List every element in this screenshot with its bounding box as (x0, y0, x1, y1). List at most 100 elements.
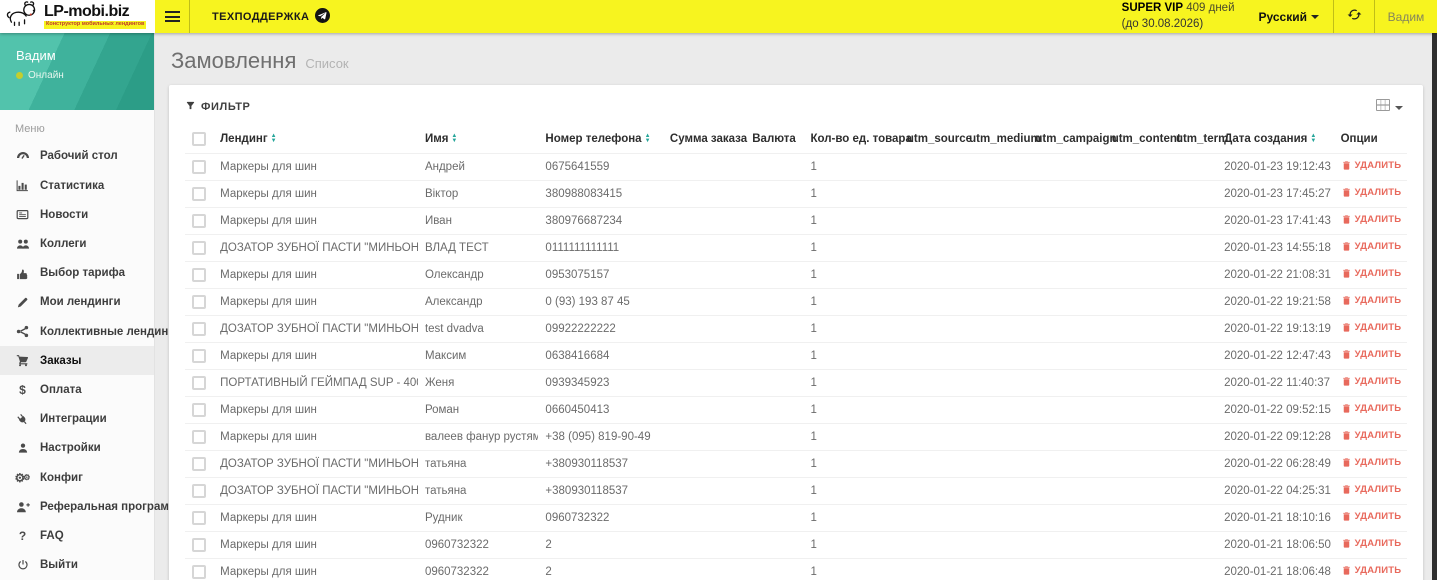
sidebar-item-tariff[interactable]: Выбор тарифа (0, 259, 154, 288)
sidebar-item-referral[interactable]: Реферальная программа (0, 492, 184, 521)
cell-landing: Маркеры для шин (213, 396, 418, 424)
row-checkbox[interactable] (192, 187, 206, 201)
topbar-username[interactable]: Вадим (1375, 0, 1437, 33)
column-header-created[interactable]: Дата создания ▲ ▼ (1217, 127, 1333, 154)
cell-name: Максим (417, 342, 539, 370)
sidebar-item-colleagues[interactable]: Коллеги (0, 229, 154, 258)
sort-icon[interactable]: ▲ ▼ (451, 133, 457, 144)
delete-label: УДАЛИТЬ (1354, 538, 1402, 549)
refresh-button[interactable] (1334, 0, 1374, 33)
row-checkbox[interactable] (192, 241, 206, 255)
cell-currency (745, 180, 804, 208)
cell-utm-term (1168, 531, 1218, 559)
sidebar-item-news[interactable]: Новости (0, 200, 154, 229)
cell-utm-content (1104, 531, 1169, 559)
logo[interactable]: LP-mobi.biz Конструктор мобильных лендин… (0, 0, 155, 33)
row-checkbox[interactable] (192, 457, 206, 471)
hamburger-menu-button[interactable] (155, 0, 189, 33)
column-label: Имя (424, 132, 449, 145)
sidebar-item-orders[interactable]: Заказы (0, 346, 154, 376)
delete-button[interactable]: УДАЛИТЬ (1341, 538, 1402, 549)
delete-button[interactable]: УДАЛИТЬ (1341, 187, 1402, 198)
column-header-phone[interactable]: Номер телефона ▲ ▼ (538, 127, 663, 154)
delete-button[interactable]: УДАЛИТЬ (1341, 160, 1402, 171)
row-checkbox[interactable] (192, 538, 206, 552)
cell-utm-medium (962, 315, 1029, 343)
delete-button[interactable]: УДАЛИТЬ (1341, 295, 1402, 306)
select-all-checkbox[interactable] (192, 132, 206, 146)
cell-name: Александр (417, 288, 539, 316)
cell-utm-source (899, 207, 963, 235)
delete-button[interactable]: УДАЛИТЬ (1341, 511, 1402, 522)
cell-utm-medium (962, 288, 1029, 316)
language-selector[interactable]: Русский (1245, 0, 1334, 33)
column-header-name[interactable]: Имя ▲ ▼ (418, 127, 538, 154)
sidebar-item-settings[interactable]: Настройки (0, 434, 154, 463)
pen-icon (15, 296, 30, 309)
language-label: Русский (1258, 9, 1308, 24)
sidebar-item-my-landings[interactable]: Мои лендинги (0, 288, 154, 317)
sort-icon[interactable]: ▲ ▼ (271, 133, 277, 144)
cell-order-sum (662, 153, 746, 181)
page-subtitle: Список (305, 56, 349, 71)
delete-label: УДАЛИТЬ (1354, 457, 1402, 468)
table-row: Маркеры для шин Максим 0638416684 1 2020-01-… (185, 342, 1407, 370)
cell-quantity: 1 (803, 234, 900, 262)
row-checkbox[interactable] (192, 565, 206, 579)
cell-name: Рудник (417, 504, 539, 532)
cell-quantity: 1 (803, 423, 900, 451)
sidebar-item-logout[interactable]: Выйти (0, 551, 154, 580)
cell-utm-content (1104, 423, 1169, 451)
row-checkbox[interactable] (192, 484, 206, 498)
sidebar-item-integrations[interactable]: Интеграции (0, 405, 154, 434)
sort-icon[interactable]: ▲ ▼ (1310, 133, 1316, 144)
delete-button[interactable]: УДАЛИТЬ (1341, 349, 1402, 360)
scrollbar[interactable] (1432, 33, 1437, 580)
column-label: utm_term (1175, 132, 1229, 145)
sidebar-item-config[interactable]: ⚙ ⚙ Конфиг (0, 463, 154, 492)
row-checkbox[interactable] (192, 511, 206, 525)
sidebar-item-faq[interactable]: ? FAQ (0, 522, 154, 551)
row-checkbox[interactable] (192, 295, 206, 309)
cell-utm-source (899, 477, 963, 505)
row-checkbox[interactable] (192, 214, 206, 228)
delete-button[interactable]: УДАЛИТЬ (1341, 214, 1402, 225)
column-settings-button[interactable] (1376, 98, 1407, 116)
delete-button[interactable]: УДАЛИТЬ (1341, 457, 1402, 468)
row-checkbox[interactable] (192, 403, 206, 417)
delete-button[interactable]: УДАЛИТЬ (1341, 376, 1402, 387)
telegram-icon (315, 7, 331, 26)
delete-button[interactable]: УДАЛИТЬ (1341, 565, 1402, 576)
sidebar-item-payment[interactable]: $ Оплата (0, 375, 154, 404)
cell-utm-term (1168, 342, 1218, 370)
delete-button[interactable]: УДАЛИТЬ (1341, 241, 1402, 252)
cell-currency (745, 369, 804, 397)
row-checkbox[interactable] (192, 430, 206, 444)
row-checkbox[interactable] (192, 349, 206, 363)
row-checkbox[interactable] (192, 376, 206, 390)
sidebar-item-dashboard[interactable]: Рабочий стол (0, 142, 154, 171)
trash-icon (1341, 403, 1352, 414)
cell-created: 2020-01-22 11:40:37 (1217, 369, 1334, 397)
row-checkbox[interactable] (192, 160, 206, 174)
cell-phone: 2 (538, 531, 663, 559)
sidebar-item-shared-landings[interactable]: Коллективные лендинги (0, 317, 180, 346)
delete-button[interactable]: УДАЛИТЬ (1341, 403, 1402, 414)
sidebar-user-panel: Вадим Онлайн (0, 33, 154, 110)
cell-order-sum (662, 234, 746, 262)
column-header-landing[interactable]: Лендинг ▲ ▼ (213, 127, 418, 154)
row-checkbox[interactable] (192, 268, 206, 282)
support-button[interactable]: ТЕХПОДДЕРЖКА (190, 0, 352, 33)
cell-created: 2020-01-22 12:47:43 (1217, 342, 1334, 370)
delete-button[interactable]: УДАЛИТЬ (1341, 268, 1402, 279)
cell-utm-term (1168, 180, 1218, 208)
row-checkbox[interactable] (192, 322, 206, 336)
sort-icon[interactable]: ▲ ▼ (645, 133, 651, 144)
delete-button[interactable]: УДАЛИТЬ (1341, 430, 1402, 441)
tariff-icon (15, 267, 30, 280)
delete-button[interactable]: УДАЛИТЬ (1341, 484, 1402, 495)
delete-button[interactable]: УДАЛИТЬ (1341, 322, 1402, 333)
sidebar-item-statistics[interactable]: Статистика (0, 171, 154, 200)
cell-utm-campaign (1028, 342, 1105, 370)
filter-button[interactable]: ФИЛЬТР (185, 100, 250, 114)
